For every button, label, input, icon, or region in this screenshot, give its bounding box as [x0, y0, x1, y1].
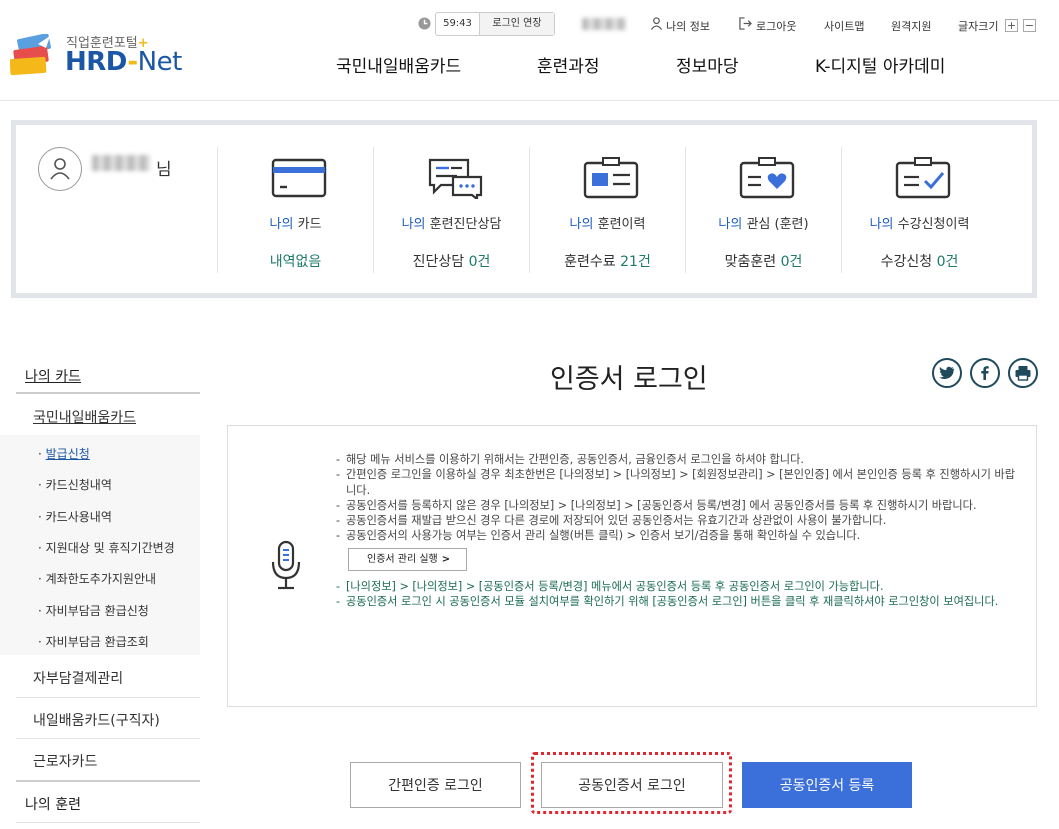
cert-login-button[interactable]: 공동인증서 로그인 [541, 762, 723, 808]
my-history-value: 훈련수료 21건 [564, 254, 651, 270]
my-enrollment-value: 수강신청 0건 [880, 254, 959, 270]
info-line: 공동인증서의 사용가능 여부는 인증서 관리 실행(버튼 클릭) > 인증서 보… [336, 528, 1016, 544]
extend-login-button[interactable]: 로그인 연장 [480, 13, 554, 35]
font-minus-button[interactable]: − [1023, 19, 1036, 32]
chevron-right-icon: > [441, 553, 451, 565]
sidebar-divider [16, 822, 200, 823]
my-consult[interactable]: 나의 훈련진단상담 진단상담 0건 [373, 147, 529, 273]
facebook-share-button[interactable] [970, 358, 1000, 388]
logout-icon [739, 17, 752, 30]
user-name-suffix: 님 [156, 160, 172, 180]
gnb-courses[interactable]: 훈련과정 [537, 52, 600, 77]
id-card-icon [583, 157, 639, 199]
sidebar-item-support-change[interactable]: · 지원대상 및 휴직기간변경 [38, 539, 175, 556]
sidebar-item-usage[interactable]: · 카드사용내역 [38, 508, 112, 525]
facebook-icon [981, 366, 989, 380]
cert-register-button[interactable]: 공동인증서 등록 [742, 762, 912, 808]
print-button[interactable] [1008, 358, 1038, 388]
sidebar-divider [16, 392, 200, 394]
timer-value: 59:43 [436, 13, 480, 35]
session-timer: 59:43 로그인 연장 [435, 12, 555, 36]
printer-icon [1015, 366, 1031, 381]
header-divider [0, 100, 1059, 101]
sidebar-item-job-seeker[interactable]: 내일배움카드(구직자) [33, 710, 160, 730]
my-interest-label: 나의 관심 (훈련) [718, 217, 809, 232]
my-card-label: 나의 카드 [269, 217, 322, 232]
my-interest-value: 맞춤훈련 0건 [724, 254, 803, 270]
card-icon [271, 158, 327, 198]
user-name-blurred [582, 18, 626, 30]
info-line: 간편인증 로그인을 이용하실 경우 최초한번은 [나의정보] > [나의정보] … [336, 467, 1016, 498]
font-plus-button[interactable]: + [1005, 19, 1018, 32]
sidebar-item-applications[interactable]: · 카드신청내역 [38, 476, 112, 493]
info-line: 공동인증서를 등록하지 않은 경우 [나의정보] > [나의정보] > [공동인… [336, 498, 1016, 514]
avatar [38, 147, 82, 191]
sidebar-item-limit[interactable]: · 계좌한도추가지원안내 [38, 570, 156, 587]
gnb-info[interactable]: 정보마당 [676, 52, 739, 77]
my-enrollment-label: 나의 수강신청이력 [869, 217, 970, 232]
info-line-green: [나의정보] > [나의정보] > [공동인증서 등록/변경] 메뉴에서 공동인… [336, 579, 1016, 595]
utility-bar: 59:43 로그인 연장 나의 정보 로그아웃 사이트맵 원격지원 글자크기 +… [0, 12, 1059, 38]
sidebar-item-refund-apply[interactable]: · 자비부담금 환급신청 [38, 602, 149, 619]
twitter-icon [939, 366, 955, 380]
sidebar-submenu: · 발급신청 · 카드신청내역 · 카드사용내역 · 지원대상 및 휴직기간변경… [0, 435, 200, 655]
person-icon [650, 17, 663, 30]
sidebar-divider [16, 738, 200, 739]
page: 직업훈련포털+ HRD-Net 59:43 로그인 연장 나의 정보 로그아웃 … [0, 0, 1059, 829]
sidebar-my-card[interactable]: 나의 카드 [25, 366, 81, 386]
my-consult-value: 진단상담 0건 [412, 254, 491, 270]
sidebar-divider [16, 697, 200, 698]
sidebar-item-refund-check[interactable]: · 자비부담금 환급조회 [38, 633, 149, 650]
microphone-icon [271, 540, 301, 590]
gnb-card[interactable]: 국민내일배움카드 [336, 52, 461, 77]
clock-icon [418, 17, 431, 30]
remote-support-link[interactable]: 원격지원 [891, 18, 931, 34]
simple-auth-login-button[interactable]: 간편인증 로그인 [350, 762, 521, 808]
my-consult-label: 나의 훈련진단상담 [401, 217, 502, 232]
chat-bubbles-icon [428, 158, 483, 199]
user-summary-panel: 님 나의 카드 내역없음 나의 훈련진단상담 진단상담 0건 나의 훈련이력 훈… [11, 120, 1037, 298]
sidebar-my-training[interactable]: 나의 훈련 [25, 794, 81, 814]
my-enrollment[interactable]: 나의 수강신청이력 수강신청 0건 [841, 147, 997, 273]
info-line: 공동인증서를 재발급 받으신 경우 다른 경로에 저장되어 있던 공동인증서는 … [336, 513, 1016, 529]
info-line: 해당 메뉴 서비스를 이용하기 위해서는 간편인증, 공동인증서, 금융인증서 … [336, 452, 1016, 468]
cert-manage-button[interactable]: 인증서 관리 실행 > [348, 547, 468, 571]
sidebar-sub-card[interactable]: 국민내일배움카드 [33, 407, 136, 427]
sidebar-item-self-pay[interactable]: 자부담결제관리 [33, 668, 123, 688]
logout-link[interactable]: 로그아웃 [756, 18, 796, 34]
my-card[interactable]: 나의 카드 내역없음 [217, 147, 373, 273]
user-avatar-icon [50, 158, 70, 180]
info-box: 해당 메뉴 서비스를 이용하기 위해서는 간편인증, 공동인증서, 금융인증서 … [227, 425, 1037, 707]
gnb-k-digital[interactable]: K-디지털 아카데미 [815, 52, 945, 77]
twitter-share-button[interactable] [932, 358, 962, 388]
font-size-label: 글자크기 [958, 20, 999, 33]
my-history[interactable]: 나의 훈련이력 훈련수료 21건 [529, 147, 685, 273]
my-interest[interactable]: 나의 관심 (훈련) 맞춤훈련 0건 [685, 147, 841, 273]
logo-title: HRD-Net [65, 47, 182, 77]
page-title: 인증서 로그인 [550, 364, 708, 395]
check-card-icon [895, 157, 951, 199]
info-line-green: 공동인증서 로그인 시 공동인증서 모듈 설치여부를 확인하기 위해 [공동인증… [336, 594, 1016, 610]
user-name-blurred [92, 155, 150, 171]
logo-mark-icon [10, 34, 51, 76]
my-card-value: 내역없음 [269, 254, 322, 270]
sidebar-item-issue[interactable]: · 발급신청 [38, 445, 90, 462]
sidebar-divider [16, 780, 200, 782]
my-info-link[interactable]: 나의 정보 [666, 18, 710, 34]
info-text: 해당 메뉴 서비스를 이용하기 위해서는 간편인증, 공동인증서, 금융인증서 … [336, 452, 1016, 610]
sidebar-item-worker-card[interactable]: 근로자카드 [33, 751, 97, 771]
my-history-label: 나의 훈련이력 [569, 217, 646, 232]
heart-card-icon [739, 157, 795, 199]
sitemap-link[interactable]: 사이트맵 [824, 18, 864, 34]
